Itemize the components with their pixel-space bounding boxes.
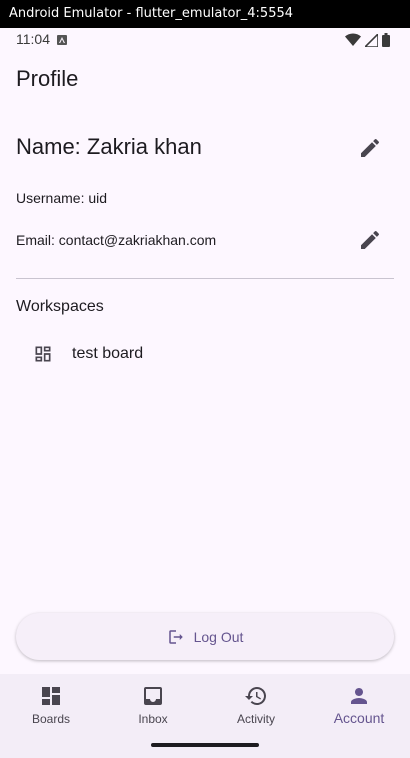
nav-label-activity: Activity [236, 712, 275, 726]
profile-username: Username: uid [16, 190, 108, 206]
emulator-title: Android Emulator - flutter_emulator_4:55… [9, 6, 294, 21]
person-icon [351, 688, 367, 704]
dashboard-icon [42, 687, 60, 705]
nav-item-account[interactable]: Account [308, 674, 410, 744]
divider [16, 278, 394, 279]
emulator-title-bar: Android Emulator - flutter_emulator_4:55… [0, 0, 410, 28]
nav-label-inbox: Inbox [138, 712, 168, 726]
page-title: Profile [16, 66, 79, 91]
nav-item-activity[interactable]: Activity [205, 674, 307, 744]
nav-item-boards[interactable]: Boards [0, 674, 102, 744]
nav-label-account: Account [333, 710, 385, 726]
nav-label-boards: Boards [31, 712, 71, 726]
profile-email: Email: contact@zakriakhan.com [16, 232, 217, 248]
workspace-label: test board [72, 345, 144, 362]
signal-icon [365, 33, 378, 47]
status-time: 11:04 [16, 31, 50, 47]
edit-email-button[interactable] [358, 228, 382, 252]
inbox-icon [144, 687, 162, 705]
history-icon [245, 687, 266, 705]
profile-name: Name: Zakria khan [16, 134, 202, 159]
edit-icon [361, 230, 380, 249]
notification-icon [57, 35, 67, 45]
edit-icon [361, 138, 380, 157]
status-icons [345, 33, 390, 47]
battery-icon [382, 33, 390, 47]
edit-name-button[interactable] [358, 136, 382, 160]
logout-icon [168, 629, 183, 644]
nav-item-inbox[interactable]: Inbox [102, 674, 204, 744]
wifi-icon [345, 33, 361, 46]
logout-button[interactable]: Log Out [16, 613, 394, 660]
gesture-handle[interactable] [151, 743, 259, 747]
workspace-item[interactable]: test board [16, 330, 394, 378]
workspaces-heading: Workspaces [16, 298, 104, 315]
status-bar: 11:04 [0, 28, 410, 52]
logout-label: Log Out [193, 628, 244, 645]
dashboard-icon [35, 346, 51, 362]
